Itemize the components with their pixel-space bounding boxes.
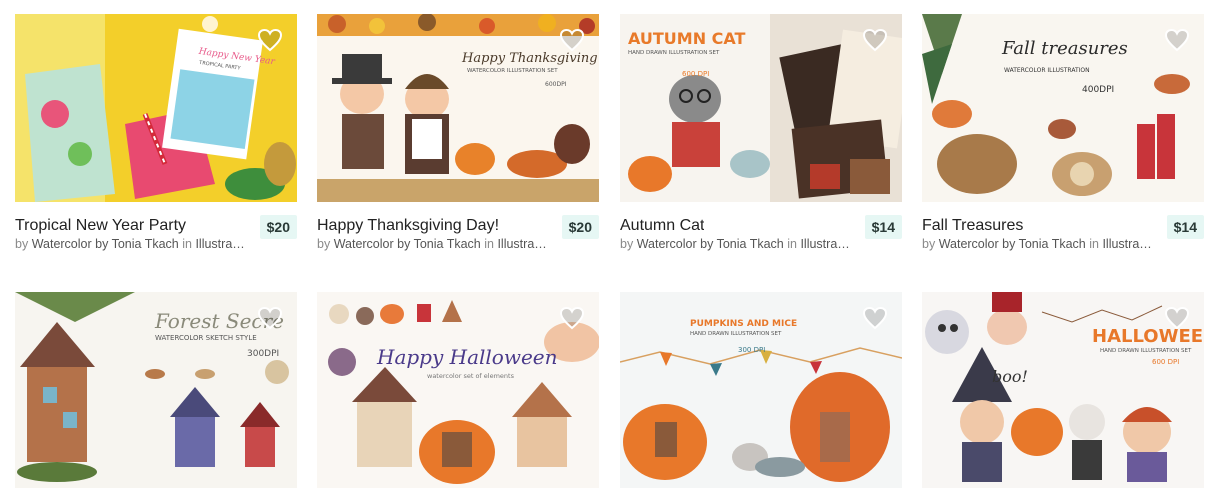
thumbnail-art: PUMPKINS AND MICE HAND DRAWN ILLUSTRATIO… — [620, 292, 902, 488]
thumbnail-art: Happy Thanksgiving WATERCOLOR ILLUSTRATI… — [317, 14, 599, 202]
product-card[interactable]: Happy Halloween watercolor set of elemen… — [317, 292, 599, 488]
author-link[interactable]: Watercolor by Tonia Tkach — [32, 237, 179, 251]
category-link[interactable]: Illustra… — [195, 237, 244, 251]
by-label: by — [922, 237, 936, 251]
product-meta: by Watercolor by Tonia Tkach in Illustra… — [620, 237, 902, 255]
favorite-heart-icon[interactable] — [257, 28, 283, 52]
category-link[interactable]: Illustra… — [1102, 237, 1151, 251]
product-thumbnail[interactable]: PUMPKINS AND MICE HAND DRAWN ILLUSTRATIO… — [620, 292, 902, 488]
price-badge: $14 — [864, 215, 902, 239]
favorite-heart-icon[interactable] — [862, 28, 888, 52]
thumb-heading: Happy Halloween — [376, 345, 558, 369]
thumb-dpi: 300DPI — [247, 349, 279, 359]
product-title[interactable]: Autumn Cat — [620, 217, 704, 235]
product-card[interactable]: Fall treasures WATERCOLOR ILLUSTRATION 4… — [922, 14, 1204, 251]
price-badge: $14 — [1166, 215, 1204, 239]
product-card[interactable]: AUTUMN CAT HAND DRAWN ILLUSTRATION SET 6… — [620, 14, 902, 251]
product-thumbnail[interactable]: Forest Secre WATERCOLOR SKETCH STYLE 300… — [15, 292, 297, 488]
in-label: in — [1089, 237, 1099, 251]
product-meta: by Watercolor by Tonia Tkach in Illustra… — [922, 237, 1204, 255]
product-thumbnail[interactable]: Fall treasures WATERCOLOR ILLUSTRATION 4… — [922, 14, 1204, 202]
thumbnail-art: Forest Secre WATERCOLOR SKETCH STYLE 300… — [15, 292, 297, 488]
thumb-sub: WATERCOLOR SKETCH STYLE — [155, 334, 257, 342]
thumb-dpi: 600DPI — [545, 81, 567, 88]
category-link[interactable]: Illustra… — [497, 237, 546, 251]
product-card[interactable]: Happy New Year TROPICAL PARTY Tropical N… — [15, 14, 297, 251]
thumbnail-art: AUTUMN CAT HAND DRAWN ILLUSTRATION SET 6… — [620, 14, 902, 202]
product-title[interactable]: Fall Treasures — [922, 217, 1023, 235]
thumb-sub: HAND DRAWN ILLUSTRATION SET — [628, 50, 720, 56]
favorite-heart-icon[interactable] — [1164, 306, 1190, 330]
thumb-dpi: 600 DPI — [682, 70, 709, 78]
thumbnail-art: boo! HALLOWEEN HAND DRAWN ILLUSTRATION S… — [922, 292, 1204, 488]
by-label: by — [317, 237, 331, 251]
product-thumbnail[interactable]: AUTUMN CAT HAND DRAWN ILLUSTRATION SET 6… — [620, 14, 902, 202]
product-card[interactable]: boo! HALLOWEEN HAND DRAWN ILLUSTRATION S… — [922, 292, 1204, 488]
favorite-heart-icon[interactable] — [559, 28, 585, 52]
in-label: in — [787, 237, 797, 251]
price-badge: $20 — [561, 215, 599, 239]
svg-text:boo!: boo! — [992, 367, 1028, 386]
thumb-heading: AUTUMN CAT — [628, 29, 746, 48]
product-thumbnail[interactable]: Happy Thanksgiving WATERCOLOR ILLUSTRATI… — [317, 14, 599, 202]
thumb-dpi: 300 DPI — [738, 346, 765, 354]
thumb-sub: HAND DRAWN ILLUSTRATION SET — [1100, 348, 1192, 354]
by-label: by — [620, 237, 634, 251]
favorite-heart-icon[interactable] — [862, 306, 888, 330]
thumb-sub: watercolor set of elements — [427, 372, 515, 380]
thumb-sub: WATERCOLOR ILLUSTRATION SET — [467, 68, 558, 74]
price-badge: $20 — [259, 215, 297, 239]
favorite-heart-icon[interactable] — [1164, 28, 1190, 52]
product-meta: by Watercolor by Tonia Tkach in Illustra… — [15, 237, 297, 255]
category-link[interactable]: Illustra… — [800, 237, 849, 251]
thumb-heading: PUMPKINS AND MICE — [690, 319, 797, 329]
favorite-heart-icon[interactable] — [559, 306, 585, 330]
thumbnail-art: Happy New Year TROPICAL PARTY — [15, 14, 297, 202]
product-thumbnail[interactable]: Happy New Year TROPICAL PARTY — [15, 14, 297, 202]
product-card[interactable]: Forest Secre WATERCOLOR SKETCH STYLE 300… — [15, 292, 297, 488]
thumb-dpi: 600 DPI — [1152, 358, 1179, 366]
product-card[interactable]: Happy Thanksgiving WATERCOLOR ILLUSTRATI… — [317, 14, 599, 251]
thumb-sub: WATERCOLOR ILLUSTRATION — [1004, 67, 1090, 74]
by-label: by — [15, 237, 29, 251]
product-title[interactable]: Tropical New Year Party — [15, 217, 186, 235]
author-link[interactable]: Watercolor by Tonia Tkach — [334, 237, 481, 251]
thumb-dpi: 400DPI — [1082, 85, 1114, 95]
product-thumbnail[interactable]: boo! HALLOWEEN HAND DRAWN ILLUSTRATION S… — [922, 292, 1204, 488]
favorite-heart-icon[interactable] — [257, 306, 283, 330]
author-link[interactable]: Watercolor by Tonia Tkach — [637, 237, 784, 251]
thumb-heading: Happy Thanksgiving — [461, 51, 598, 66]
product-meta: by Watercolor by Tonia Tkach in Illustra… — [317, 237, 599, 255]
author-link[interactable]: Watercolor by Tonia Tkach — [939, 237, 1086, 251]
product-thumbnail[interactable]: Happy Halloween watercolor set of elemen… — [317, 292, 599, 488]
thumb-heading: Fall treasures — [1001, 38, 1128, 59]
product-title[interactable]: Happy Thanksgiving Day! — [317, 217, 499, 235]
in-label: in — [484, 237, 494, 251]
thumb-sub: HAND DRAWN ILLUSTRATION SET — [690, 331, 782, 337]
in-label: in — [182, 237, 192, 251]
thumbnail-art: Happy Halloween watercolor set of elemen… — [317, 292, 599, 488]
thumbnail-art: Fall treasures WATERCOLOR ILLUSTRATION 4… — [922, 14, 1204, 202]
product-card[interactable]: PUMPKINS AND MICE HAND DRAWN ILLUSTRATIO… — [620, 292, 902, 488]
